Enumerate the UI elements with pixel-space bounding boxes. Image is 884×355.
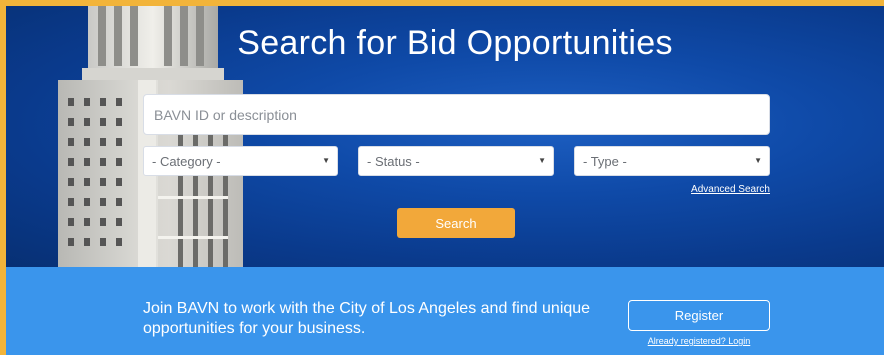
caret-down-icon: ▼ (754, 156, 762, 165)
category-select[interactable]: - Category - ▼ (143, 146, 338, 176)
search-input[interactable] (143, 94, 770, 135)
page-title: Search for Bid Opportunities (237, 24, 673, 62)
caret-down-icon: ▼ (322, 156, 330, 165)
page-frame: Search for Bid Opportunities - Category … (6, 6, 884, 355)
hero-section: Search for Bid Opportunities - Category … (6, 6, 884, 267)
register-button[interactable]: Register (628, 300, 770, 331)
category-select-value: - Category - (152, 154, 221, 169)
caret-down-icon: ▼ (538, 156, 546, 165)
register-promo-text: Join BAVN to work with the City of Los A… (143, 300, 591, 337)
type-select[interactable]: - Type - ▼ (574, 146, 770, 176)
status-select-value: - Status - (367, 154, 420, 169)
register-band: Join BAVN to work with the City of Los A… (6, 267, 884, 355)
advanced-search-link[interactable]: Advanced Search (691, 184, 770, 195)
status-select[interactable]: - Status - ▼ (358, 146, 554, 176)
search-button[interactable]: Search (397, 208, 515, 238)
type-select-value: - Type - (583, 154, 627, 169)
login-link[interactable]: Already registered? Login (628, 336, 770, 346)
